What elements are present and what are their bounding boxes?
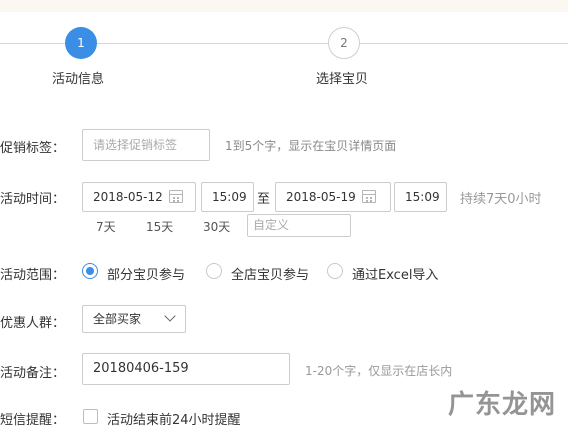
promo-tag-hint: 1到5个字，显示在宝贝详情页面: [225, 139, 397, 153]
start-time-input[interactable]: 15:09: [201, 182, 254, 212]
start-date-value: 2018-05-12: [93, 190, 163, 204]
custom-duration-input[interactable]: 自定义: [247, 214, 351, 237]
step-line-middle: [97, 43, 328, 44]
scope-option-partial[interactable]: 部分宝贝参与: [107, 264, 185, 283]
scope-radio-excel[interactable]: [327, 263, 343, 279]
calendar-icon[interactable]: [362, 190, 376, 203]
scope-radio-all[interactable]: [206, 263, 222, 279]
calendar-icon[interactable]: [169, 190, 183, 203]
time-separator: 至: [257, 192, 271, 207]
quick-option-30-days[interactable]: 30天: [203, 218, 230, 235]
scope-radio-partial[interactable]: [82, 263, 98, 279]
quick-option-7-days[interactable]: 7天: [96, 218, 116, 235]
promo-tag-input[interactable]: 请选择促销标签: [82, 129, 210, 161]
activity-note-label: 活动备注：: [0, 366, 66, 381]
end-date-value: 2018-05-19: [286, 190, 356, 204]
duration-text: 持续7天0小时: [460, 192, 542, 207]
activity-scope-label: 活动范围：: [0, 268, 66, 283]
sms-reminder-checkbox[interactable]: [83, 409, 98, 424]
quick-option-15-days[interactable]: 15天: [146, 218, 173, 235]
audience-selected-value: 全部买家: [93, 312, 142, 326]
sms-reminder-label: 短信提醒：: [0, 413, 66, 426]
step-1-circle: 1: [65, 27, 97, 59]
promo-tag-label: 促销标签：: [0, 141, 66, 156]
step-line-left: [0, 43, 65, 44]
watermark-logo: 广东龙网: [448, 390, 557, 420]
step-2-label: 选择宝贝: [316, 72, 369, 87]
step-line-right: [360, 43, 568, 44]
sms-reminder-option[interactable]: 活动结束前24小时提醒: [107, 409, 241, 426]
step-1-label: 活动信息: [52, 72, 105, 87]
audience-label: 优惠人群：: [0, 316, 66, 331]
top-strip: [0, 0, 568, 12]
activity-note-hint: 1-20个字，仅显示在店长内: [305, 364, 453, 378]
scope-option-all[interactable]: 全店宝贝参与: [231, 264, 309, 283]
activity-time-label: 活动时间：: [0, 192, 66, 207]
end-time-input[interactable]: 15:09: [394, 182, 447, 212]
step-2-circle: 2: [328, 27, 360, 59]
activity-note-input[interactable]: 20180406-159: [82, 353, 290, 385]
scope-option-excel[interactable]: 通过Excel导入: [352, 264, 438, 283]
